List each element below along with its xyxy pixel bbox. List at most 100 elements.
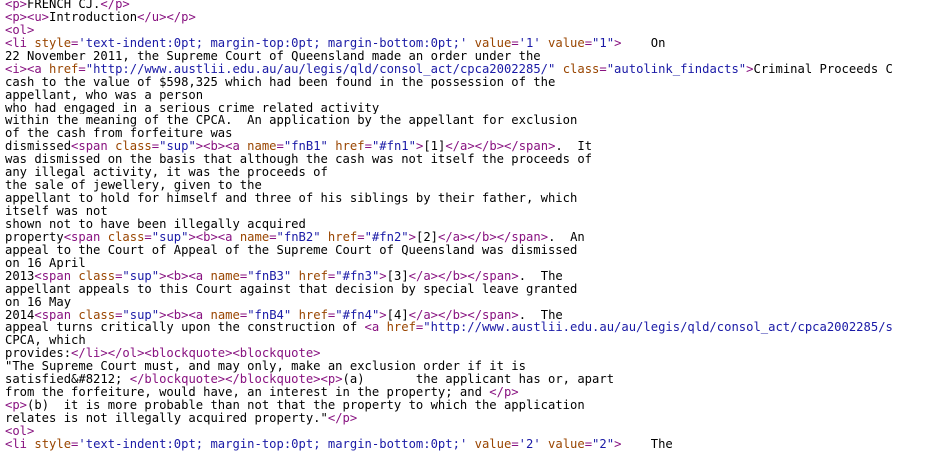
tag-token: <i><a (5, 62, 50, 76)
attr-name-token: href (327, 230, 358, 244)
tag-token: </p> (327, 412, 358, 425)
source-line: who had engaged in a serious crime relat… (5, 102, 945, 115)
attr-name-token: name (210, 308, 240, 322)
source-line: appellant appeals to this Court against … (5, 283, 945, 296)
tag-token: > (379, 308, 387, 322)
text-token: (a) the applicant has or, apart (342, 373, 615, 387)
attr-value-token: "2" (592, 437, 615, 451)
text-token: provides: (5, 347, 72, 361)
attr-value-token: "#fn2" (364, 230, 409, 244)
source-line: shown not to have been illegally acquire… (5, 218, 945, 231)
attr-value-token: "1" (592, 36, 615, 50)
text-token: on 16 May (5, 295, 72, 309)
source-line: from the forfeiture, would have, an inte… (5, 386, 945, 399)
source-line: itself was not (5, 205, 945, 218)
source-line: 22 November 2011, the Supreme Court of Q… (5, 50, 945, 63)
tag-token: = (151, 140, 160, 154)
tag-token: = (276, 140, 284, 154)
attr-name-token: class (78, 269, 116, 283)
tag-token: </a></b></span> (408, 308, 519, 322)
tag-token: <a (364, 321, 387, 335)
attr-value-token: 'text-indent:0pt; margin-top:0pt; margin… (78, 437, 468, 451)
tag-token: ><b><a (188, 230, 240, 244)
source-line: <ol> (5, 425, 945, 438)
source-line: <p><u>Introduction</u></p> (5, 11, 945, 24)
text-token: was dismissed on the basis that although… (5, 153, 592, 167)
source-line: within the meaning of the CPCA. An appli… (5, 114, 945, 127)
tag-token (291, 309, 298, 322)
attr-value-token: "sup" (151, 230, 189, 244)
attr-value-token: "fnB2" (276, 230, 321, 244)
tag-token: <p> (5, 0, 28, 11)
source-line: appeal turns critically upon the constru… (5, 321, 945, 334)
tag-token: = (511, 437, 519, 451)
tag-token: </a></b></span> (445, 140, 556, 154)
tag-token: <span (63, 230, 108, 244)
tag-token: = (584, 437, 593, 451)
html-source-view: <p>FRENCH CJ. </p> <p><u>Introduction</u><… (5, 0, 945, 451)
attr-value-token: '2' (518, 437, 541, 451)
source-line: <i><a href="http://www.austlii.edu.au/au… (5, 63, 945, 76)
tag-token: </u></p> (137, 10, 196, 24)
attr-value-token: "sup" (159, 140, 196, 154)
tag-token: <ol> (5, 424, 35, 438)
source-line: 2014<span class="sup"><b><a name="fnB4" … (5, 309, 945, 322)
attr-name-token: href (386, 321, 416, 335)
source-line: "The Supreme Court must, and may only, m… (5, 360, 945, 373)
attr-value-token: "sup" (122, 308, 160, 322)
source-line: property<span class="sup"><b><a name="fn… (5, 231, 945, 244)
tag-token: = (364, 140, 372, 154)
text-token: from the forfeiture, would have, an inte… (5, 386, 490, 400)
text-token: cash to the value of $598,325 which had … (5, 75, 556, 89)
source-line: <p>(b) it is more probable than not that… (5, 399, 945, 412)
attr-value-token: 'text-indent:0pt; margin-top:0pt; margin… (78, 36, 468, 50)
text-token: FRENCH CJ. (27, 0, 101, 11)
source-line: the sale of jewellery, given to the (5, 179, 945, 192)
attr-name-token: name (247, 140, 277, 154)
source-line: appellant to hold for himself and three … (5, 192, 945, 205)
attr-name-token: class (115, 140, 152, 154)
text-token: "The Supreme Court must, and may only, m… (5, 360, 526, 374)
tag-token: <span (34, 269, 79, 283)
source-line: was dismissed on the basis that although… (5, 153, 945, 166)
tag-token: <span (34, 308, 79, 322)
text-token: of the cash from forfeiture was (5, 127, 233, 141)
tag-token: ><b><a (159, 269, 211, 283)
tag-token (541, 438, 548, 451)
attr-value-token: "#fn4" (335, 308, 380, 322)
attr-value-token: "fnB1" (283, 140, 328, 154)
tag-token: > (379, 269, 387, 283)
text-token: the sale of jewellery, given to the (5, 179, 262, 193)
text-token: appeal to the Court of Appeal of the Sup… (5, 243, 578, 257)
attr-value-token: "#fn1" (371, 140, 416, 154)
attr-name-token: href (335, 140, 365, 154)
tag-token: <p><u> (5, 10, 50, 24)
tag-token: <ol> (5, 23, 35, 37)
tag-token: = (78, 62, 86, 76)
text-token: relates is not illegally acquired proper… (5, 412, 328, 425)
text-token: On (621, 36, 666, 50)
tag-token (467, 37, 474, 50)
source-line: on 16 May (5, 296, 945, 309)
source-line: satisfied&#8212; </blockquote></blockquo… (5, 373, 945, 386)
tag-token: </li></ol><blockquote><blockquote> (71, 347, 321, 361)
source-line: provides:</li></ol><blockquote><blockquo… (5, 347, 945, 360)
text-token: 22 November 2011, the Supreme Court of Q… (5, 49, 541, 63)
attr-value-token: '1' (518, 36, 541, 50)
tag-token (541, 37, 548, 50)
attr-value-token: "fnB3" (247, 269, 292, 283)
attr-value-token: "fnB4" (247, 308, 292, 322)
text-token: appellant to hold for himself and three … (5, 192, 578, 205)
text-token: appeal turns critically upon the constru… (5, 321, 365, 335)
text-token: itself was not (5, 205, 108, 218)
tag-token (291, 270, 298, 283)
tag-token: = (144, 230, 152, 244)
text-token: . The (518, 308, 563, 322)
text-token: Introduction (49, 10, 138, 24)
text-token: any illegal activity, it was the proceed… (5, 166, 328, 180)
attr-value-token: "http://www.austlii.edu.au/au/legis/qld/… (85, 62, 556, 76)
source-line: any illegal activity, it was the proceed… (5, 166, 945, 179)
tag-token: <span (71, 140, 116, 154)
tag-token: ><b><a (159, 308, 211, 322)
source-line: 2013<span class="sup"><b><a name="fnB3" … (5, 270, 945, 283)
